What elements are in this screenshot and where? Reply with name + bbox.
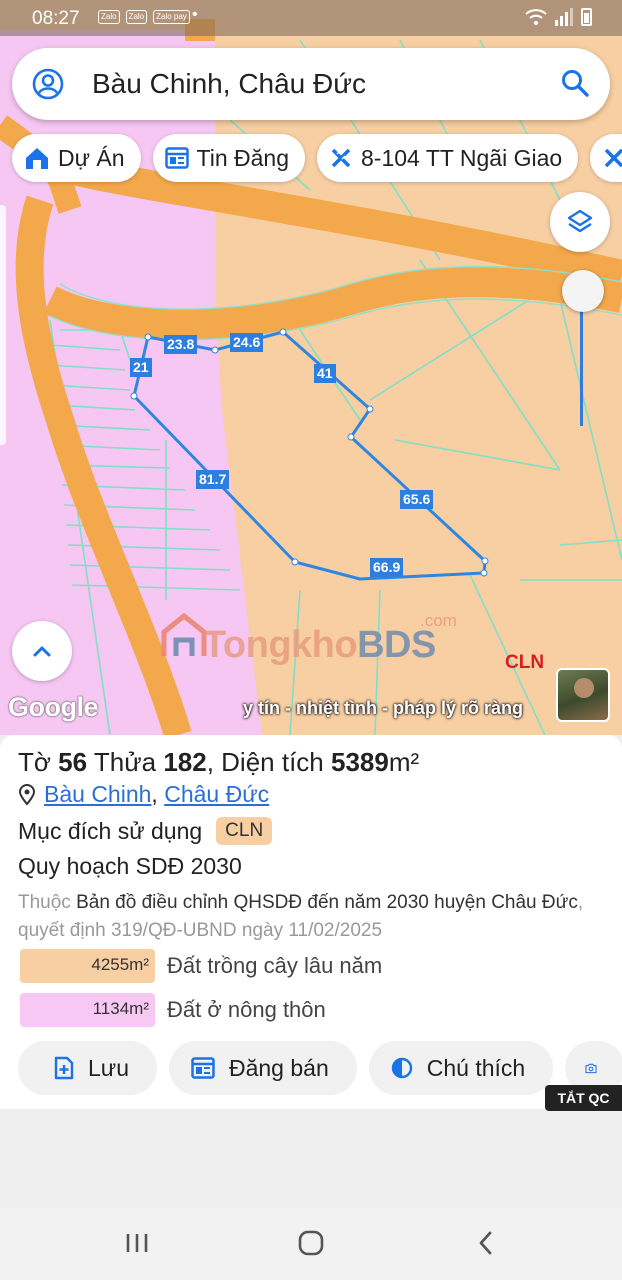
chip-label: Dự Án	[58, 144, 125, 171]
area-value: 1134m²	[20, 993, 155, 1027]
watermark-brand: TongkhoBDS	[203, 624, 436, 666]
dimension-label: 81.7	[196, 470, 230, 489]
area-row: 4255m² Đất trồng cây lâu năm	[20, 949, 382, 983]
land-use-label: Mục đích sử dụng	[18, 817, 203, 844]
avatar[interactable]	[556, 668, 610, 722]
layers-icon	[567, 209, 593, 233]
parcel-title: Tờ 56 Thửa 182, Diện tích 5389m²	[18, 747, 420, 777]
layers-button[interactable]	[550, 192, 610, 252]
legend-button[interactable]: Chú thích	[368, 1041, 554, 1095]
post-sale-button[interactable]: Đăng bán	[168, 1041, 357, 1095]
search-bar[interactable]	[12, 48, 610, 120]
opacity-slider-handle[interactable]	[562, 270, 604, 312]
area-type-label: Đất ở nông thôn	[167, 997, 326, 1022]
battery-icon	[581, 8, 592, 26]
system-nav-bar	[0, 1208, 622, 1280]
expand-button[interactable]	[12, 621, 72, 681]
search-input[interactable]	[92, 62, 542, 106]
watermark-domain: .com	[420, 611, 457, 630]
contrast-icon	[391, 1057, 412, 1079]
status-bar: 08:27 Zalo Zalo Zalo pay •	[0, 0, 622, 36]
account-icon[interactable]	[32, 68, 64, 100]
camera-add-icon	[585, 1063, 597, 1074]
zalo-icon: Zalo	[98, 10, 120, 24]
news-icon	[191, 1057, 215, 1079]
commune-link[interactable]: Bàu Chinh	[44, 781, 151, 807]
wifi-icon	[525, 9, 547, 25]
dimension-label: 41	[314, 364, 336, 383]
google-logo: Google	[8, 692, 99, 722]
filter-chips: Dự Án Tin Đăng 8-104 TT Ngãi Giao	[12, 134, 622, 182]
parcel-info-panel: Tờ 56 Thửa 182, Diện tích 5389m² Bàu Chi…	[0, 735, 622, 1109]
search-icon[interactable]	[560, 68, 590, 98]
post-sale-button-label: Đăng bán	[228, 1054, 329, 1081]
home-nav-icon[interactable]	[296, 1228, 326, 1258]
tools-icon	[604, 148, 622, 168]
signal-icon	[555, 8, 573, 26]
dimension-label: 66.9	[370, 558, 404, 577]
chip-tin-dang[interactable]: Tin Đăng	[152, 134, 306, 182]
zalo-icon: Zalo	[125, 10, 148, 24]
video-caption: y tín - nhiệt tình - pháp lý rõ ràng	[243, 698, 523, 718]
save-button[interactable]: Lưu	[18, 1041, 157, 1095]
dimension-label: 65.6	[400, 490, 434, 509]
save-button-label: Lưu	[88, 1054, 129, 1081]
hide-ads-button[interactable]: TẮT QC	[545, 1085, 622, 1111]
side-drawer-handle[interactable]	[0, 205, 6, 445]
recent-apps-icon[interactable]	[124, 1228, 150, 1258]
chip-planning-map[interactable]: 8-104 TT Ngãi Giao	[317, 134, 579, 182]
notification-dot-icon: •	[192, 6, 198, 23]
plan-description: Thuộc Bản đồ điều chỉnh QHSDĐ đến năm 20…	[18, 892, 584, 941]
zalo-pay-icon: Zalo pay	[153, 10, 190, 24]
chip-label: 8-104 TT Ngãi Giao	[361, 144, 563, 171]
chip-label: Tin Đăng	[196, 144, 290, 171]
chip-du-an[interactable]: Dự Án	[12, 134, 141, 182]
news-icon	[164, 147, 189, 169]
dimension-label: 21	[130, 358, 152, 377]
back-icon[interactable]	[474, 1228, 498, 1258]
location-pin-icon	[18, 783, 36, 806]
plan-title: Quy hoạch SDĐ 2030	[18, 853, 242, 879]
tools-icon	[331, 148, 351, 168]
area-value: 4255m²	[20, 949, 155, 983]
home-icon	[26, 148, 48, 169]
legend-button-label: Chú thích	[426, 1054, 526, 1081]
bookmark-add-icon	[54, 1056, 74, 1080]
action-buttons: Lưu Đăng bán Chú thích	[18, 1041, 622, 1095]
dimension-label: 23.8	[164, 335, 198, 354]
land-use-row: Mục đích sử dụng CLN	[18, 817, 273, 845]
parcel-address: Bàu Chinh, Châu Đức	[18, 781, 269, 808]
chip-more[interactable]	[590, 134, 622, 182]
chevron-up-icon	[33, 646, 51, 657]
zone-label: CLN	[505, 652, 545, 673]
land-use-badge: CLN	[216, 817, 273, 845]
district-link[interactable]: Châu Đức	[164, 781, 269, 807]
area-type-label: Đất trồng cây lâu năm	[167, 953, 383, 978]
dimension-label: 24.6	[230, 333, 264, 352]
clock: 08:27	[32, 8, 80, 29]
area-row: 1134m² Đất ở nông thôn	[20, 993, 326, 1027]
